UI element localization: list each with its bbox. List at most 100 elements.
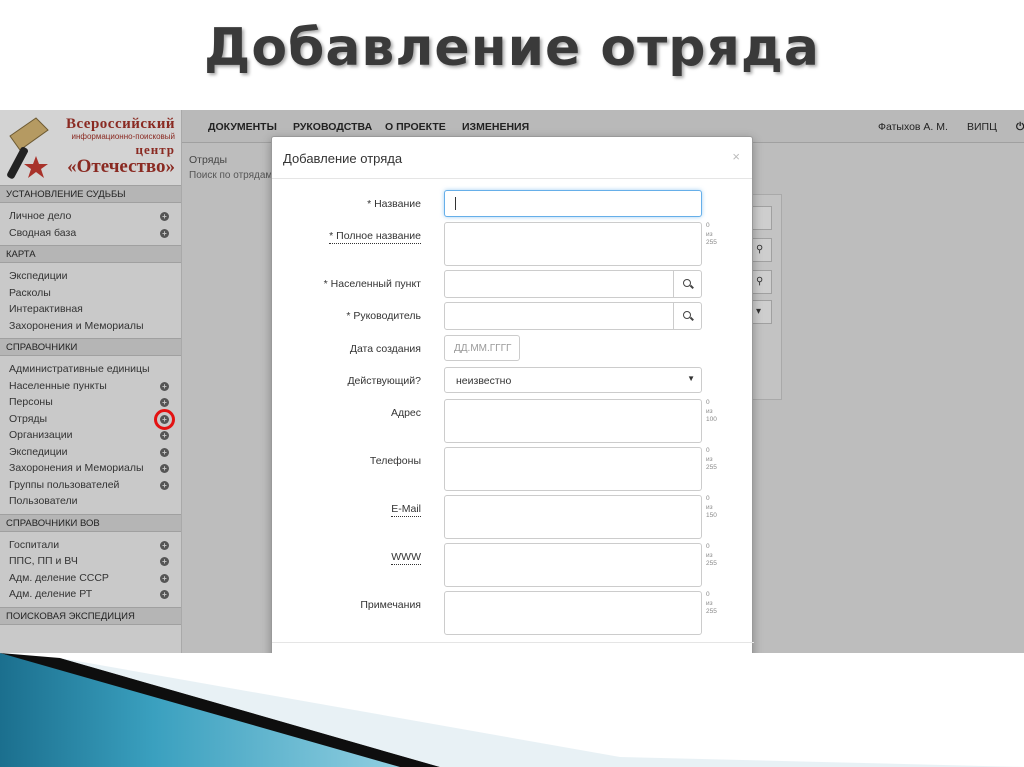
sidebar-item[interactable]: Госпитали + [0, 537, 181, 554]
add-squad-plus-icon[interactable]: + [154, 408, 175, 430]
sidebar-item[interactable]: Сводная база + [0, 225, 181, 242]
leader-input[interactable] [444, 302, 674, 330]
plus-circle-icon[interactable]: + [160, 431, 169, 440]
sidebar-item-squads[interactable]: Отряды + [0, 408, 181, 430]
power-icon[interactable]: ⏻ [1016, 121, 1024, 134]
active-select-value: неизвестно [456, 375, 512, 387]
created-label: Дата создания [349, 343, 421, 355]
counter-value: 0 [706, 495, 710, 502]
counter-max: 255 [706, 464, 717, 471]
sidebar-item[interactable]: Адм. деление РТ + [0, 586, 181, 603]
sidebar-item-label: Личное дело [9, 210, 72, 222]
address-textarea[interactable] [444, 399, 702, 443]
sidebar-item-label: Экспедиции [9, 445, 68, 458]
leader-search-button[interactable] [673, 302, 702, 330]
notes-textarea[interactable] [444, 591, 702, 635]
full-name-textarea[interactable] [444, 222, 702, 266]
active-select[interactable]: неизвестно ▼ [444, 367, 702, 393]
sidebar-item[interactable]: Интерактивная [0, 301, 181, 318]
logo[interactable]: Всероссийский информационно-поисковый це… [0, 110, 181, 185]
sidebar-item[interactable]: Организации + [0, 427, 181, 444]
modal-footer-divider [272, 642, 754, 643]
decorative-wedge [0, 653, 1024, 767]
sidebar-item[interactable]: Административные единицы [0, 361, 181, 378]
char-counter: 0 из 255 [706, 543, 717, 569]
sidebar-item[interactable]: Экспедиции + [0, 444, 181, 461]
nav-documents[interactable]: ДОКУМЕНТЫ [208, 121, 277, 133]
sidebar-item-label: Персоны [9, 396, 53, 408]
plus-circle-icon[interactable]: + [160, 212, 169, 221]
logo-text-4: «Отечество» [67, 156, 175, 177]
sidebar-item[interactable]: Группы пользователей + [0, 477, 181, 494]
sidebar-item[interactable]: Населенные пункты + [0, 378, 181, 395]
close-icon[interactable]: × [732, 149, 740, 164]
caret-down-icon: ▾ [756, 306, 762, 317]
plus-circle-icon[interactable]: + [160, 540, 169, 550]
www-textarea[interactable] [444, 543, 702, 587]
sidebar-item-label: Административные единицы [9, 363, 150, 375]
name-label: * Название [367, 198, 421, 210]
sidebar-item[interactable]: Расколы [0, 285, 181, 302]
counter-separator: из [706, 230, 713, 238]
background-search-button[interactable]: ⚲ [752, 238, 772, 262]
sidebar-section-title: СПРАВОЧНИКИ ВОВ [0, 513, 181, 532]
sidebar-item[interactable]: Персоны + [0, 394, 181, 411]
plus-circle-icon[interactable]: + [160, 573, 169, 583]
sidebar-item[interactable]: ППС, ПП и ВЧ + [0, 553, 181, 570]
user-name[interactable]: Фатыхов А. М. [878, 121, 948, 133]
name-input[interactable] [444, 190, 702, 217]
full-name-label: * Полное название [329, 230, 421, 244]
www-label: WWW [391, 551, 421, 565]
sidebar-item[interactable]: Адм. деление СССР + [0, 570, 181, 587]
sidebar-list: Личное дело + Сводная база + [0, 203, 181, 245]
plus-circle-icon[interactable]: + [160, 228, 169, 238]
sidebar-list: Экспедиции Расколы Интерактивная Захорон… [0, 263, 181, 338]
slide-title: Добавление отряда [204, 18, 820, 78]
char-counter: 0 из 100 [706, 399, 717, 425]
plus-circle-icon[interactable]: + [160, 557, 169, 566]
sidebar-item-label: Госпитали [9, 538, 60, 551]
sidebar-item-label: Группы пользователей [9, 478, 120, 491]
logo-text-2: информационно-поисковый [71, 132, 175, 141]
nav-changes[interactable]: ИЗМЕНЕНИЯ [462, 121, 529, 133]
background-input[interactable] [752, 206, 772, 230]
counter-max: 100 [706, 416, 717, 423]
settlement-label: * Населенный пункт [323, 278, 421, 290]
search-icon: ⚲ [756, 276, 764, 287]
plus-circle-icon[interactable]: + [160, 381, 169, 391]
sidebar-item[interactable]: Захоронения и Мемориалы [0, 318, 181, 335]
created-date-input[interactable]: ДД.ММ.ГГГГ [444, 335, 520, 361]
background-select[interactable]: ▾ [752, 300, 772, 324]
plus-circle-icon[interactable]: + [160, 590, 169, 599]
sidebar-item[interactable]: Пользователи [0, 493, 181, 510]
counter-max: 255 [706, 560, 717, 567]
sidebar-item[interactable]: Экспедиции [0, 268, 181, 285]
search-icon: ⚲ [756, 244, 764, 255]
sidebar-item[interactable]: Личное дело + [0, 208, 181, 225]
plus-circle-icon[interactable]: + [160, 447, 169, 457]
background-search-button[interactable]: ⚲ [752, 270, 772, 294]
settlement-input[interactable] [444, 270, 674, 298]
org-name[interactable]: ВИПЦ [967, 121, 997, 133]
plus-circle-icon[interactable]: + [160, 398, 169, 407]
plus-circle-icon[interactable]: + [160, 464, 169, 473]
sidebar-list: Административные единицы Населенные пунк… [0, 356, 181, 514]
notes-label: Примечания [360, 599, 421, 611]
plus-circle-icon[interactable]: + [160, 480, 169, 490]
sidebar-item-label: Населенные пункты [9, 379, 107, 392]
phones-textarea[interactable] [444, 447, 702, 491]
email-textarea[interactable] [444, 495, 702, 539]
nav-about[interactable]: О ПРОЕКТЕ [385, 121, 446, 133]
counter-separator: из [706, 407, 713, 415]
nav-guides[interactable]: РУКОВОДСТВА [293, 121, 372, 133]
app-screenshot: Всероссийский информационно-поисковый це… [0, 110, 1024, 653]
sidebar-item-label: Отряды [9, 412, 48, 425]
sidebar-list: Госпитали + ППС, ПП и ВЧ + Адм. деление СС… [0, 532, 181, 607]
logo-text-1: Всероссийский [65, 116, 175, 132]
sidebar-item-label: ППС, ПП и ВЧ [9, 555, 78, 567]
sidebar-section-title: ПОИСКОВАЯ ЭКСПЕДИЦИЯ [0, 606, 181, 625]
sidebar-item-label: Захоронения и Мемориалы [9, 319, 144, 332]
settlement-search-button[interactable] [673, 270, 702, 298]
sidebar-item[interactable]: Захоронения и Мемориалы + [0, 460, 181, 477]
char-counter: 0 из 255 [706, 591, 717, 617]
